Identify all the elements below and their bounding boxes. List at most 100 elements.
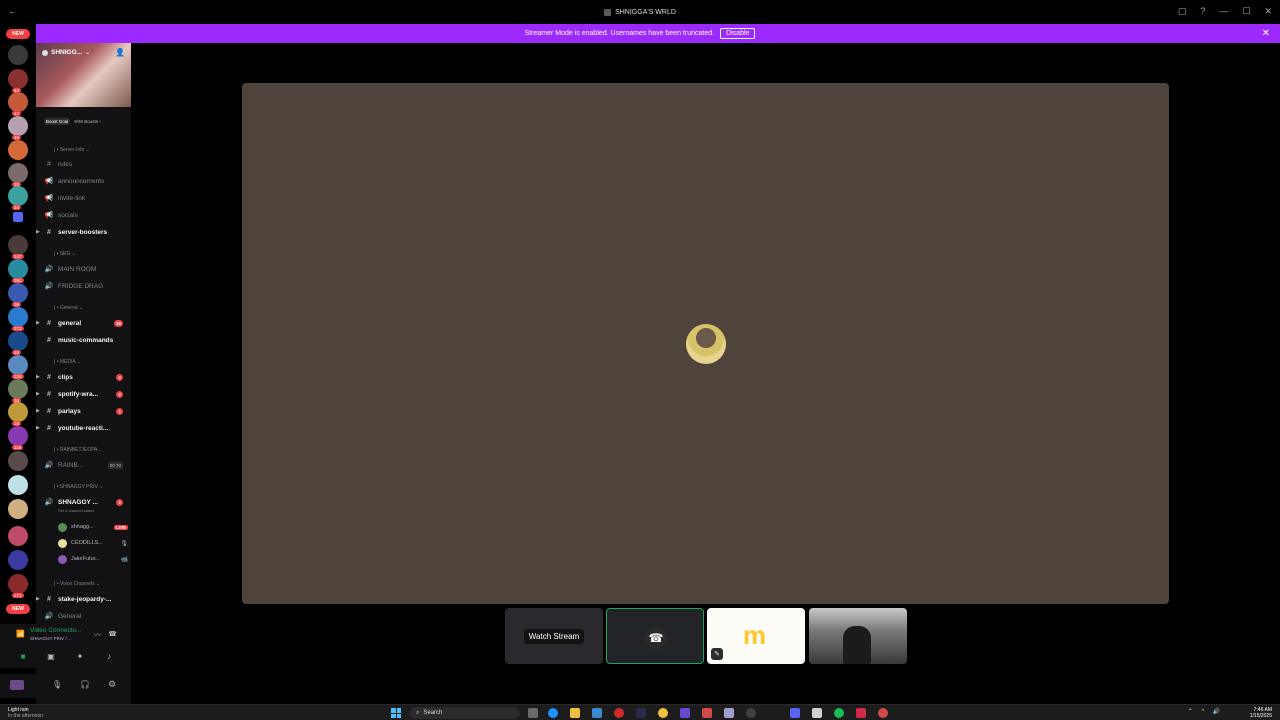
channel-main-room[interactable]: 🔊 MAIN ROOM [36, 262, 131, 276]
opera-icon[interactable] [614, 708, 624, 718]
spotify-icon[interactable] [834, 708, 844, 718]
server-icon[interactable] [8, 451, 28, 471]
channel-server-boosters[interactable]: ▶ # server-boosters [36, 225, 131, 239]
channel-stake-jeopardy[interactable]: ▶ # stake-jeopardy-... [36, 592, 131, 606]
wifi-icon[interactable]: ◔ [1201, 708, 1205, 715]
voice-channel-name[interactable]: SHNAGGY PRIV / ... [30, 636, 72, 641]
taskbar-app-icon[interactable] [746, 708, 756, 718]
file-explorer-icon[interactable] [570, 708, 580, 718]
taskbar-search[interactable]: ⌕ Search [410, 707, 520, 719]
voice-user[interactable]: shnagg... LIVE [58, 520, 128, 534]
channel-invite-link[interactable]: 📢 invite-link [36, 191, 131, 205]
server-icon[interactable]: 273 [8, 307, 28, 331]
taskbar-app-icon[interactable] [724, 708, 734, 718]
category-media[interactable]: | • MEDIA ⌄ [54, 359, 81, 365]
channel-fridge-drag[interactable]: 🔊 FRIDGE DRAG [36, 279, 131, 293]
channel-music-commands[interactable]: # music-commands [36, 333, 131, 347]
avatar[interactable] [10, 680, 24, 690]
channel-status-hint[interactable]: Set a channel status [58, 508, 94, 513]
channel-rules[interactable]: # rules [36, 157, 131, 171]
server-icon[interactable] [8, 45, 28, 65]
camera-icon[interactable]: ■ [18, 652, 28, 662]
server-icon[interactable]: 116 [8, 426, 28, 450]
server-icon[interactable]: 20 [8, 163, 28, 187]
server-icon[interactable]: 391 [8, 259, 28, 283]
taskbar-app-icon[interactable] [878, 708, 888, 718]
channel-socials[interactable]: 📢 socials [36, 208, 131, 222]
category-seg[interactable]: | • SEG ⌄ [54, 251, 76, 257]
server-icon[interactable]: 36 [8, 283, 28, 307]
help-icon[interactable]: ? [1200, 6, 1205, 17]
category-rainbet[interactable]: | • RAINBETJEOPA... [54, 447, 102, 453]
signal-icon[interactable]: 📶 [16, 630, 25, 638]
server-icon[interactable]: 34 [8, 186, 28, 210]
category-server-info[interactable]: | • Server Info ⌄ [54, 147, 90, 153]
taskbar-app-icon[interactable] [528, 708, 538, 718]
channel-youtube[interactable]: ▶ # youtube-reacti... [36, 421, 131, 435]
stream-tile[interactable]: Watch Stream [505, 608, 603, 664]
voice-user[interactable]: JakeFutur... 📹 [58, 552, 128, 566]
server-icon[interactable] [8, 140, 28, 160]
channel-spotify[interactable]: ▶ # spotify-wra... 2 [36, 387, 131, 401]
server-icon[interactable] [8, 475, 28, 495]
server-icon[interactable]: 147 [8, 235, 28, 259]
taskbar-app-icon[interactable] [636, 708, 646, 718]
edge-icon[interactable] [548, 708, 558, 718]
channel-general-voice[interactable]: 🔊 General [36, 609, 131, 623]
channel-announcements[interactable]: 📢 announcements [36, 174, 131, 188]
server-icon[interactable]: 62 [8, 69, 28, 93]
server-icon[interactable]: 46 [8, 331, 28, 355]
noise-suppression-icon[interactable]: 〰 [94, 630, 101, 640]
category-voice-channels[interactable]: | • Voice Channels ⌄ [54, 581, 100, 587]
channel-shnaggy-voice[interactable]: 🔊 SHNAGGY ... 1 [36, 495, 131, 509]
chrome-icon[interactable] [658, 708, 668, 718]
volume-icon[interactable]: 🔊 [1213, 708, 1220, 715]
channel-rainb[interactable]: 🔊 RAINB... 00 70 [36, 458, 131, 472]
server-icon[interactable] [8, 550, 28, 570]
channel-general[interactable]: ▶ # general 39 [36, 316, 131, 330]
server-icon[interactable]: 16 [8, 402, 28, 426]
screen-share-icon[interactable]: ▣ [46, 652, 56, 662]
folder-icon[interactable] [13, 212, 23, 222]
watch-stream-button[interactable]: Watch Stream [523, 628, 585, 644]
user-avatar-large[interactable] [686, 324, 726, 364]
activities-icon[interactable]: ✦ [75, 652, 85, 662]
headphones-icon[interactable]: 🎧 [80, 680, 90, 689]
disconnect-icon[interactable]: ☎ [108, 630, 117, 638]
taskbar-app-icon[interactable] [592, 708, 602, 718]
taskbar-app-icon[interactable] [680, 708, 690, 718]
channel-clips[interactable]: ▶ # clips 2 [36, 370, 131, 384]
minimize-button[interactable]: — [1219, 6, 1228, 17]
soundboard-icon[interactable]: ♪ [104, 652, 114, 662]
taskbar-app-icon[interactable] [812, 708, 822, 718]
back-arrow-icon[interactable]: ← [8, 6, 17, 16]
settings-gear-icon[interactable]: ⚙ [108, 679, 116, 690]
category-general[interactable]: | • General ⌄ [54, 305, 83, 311]
server-icon[interactable]: 226 [8, 355, 28, 379]
taskbar-clock[interactable]: 7:46 AM 1/15/2025 [1250, 707, 1272, 719]
new-badge[interactable]: NEW [6, 29, 30, 39]
participant-tile[interactable]: ☎ [606, 608, 704, 664]
voice-status[interactable]: Video Connecte... [30, 627, 82, 634]
server-icon[interactable]: 16 [8, 379, 28, 403]
start-button[interactable] [391, 708, 401, 718]
server-icon[interactable]: 16 [8, 116, 28, 140]
participant-tile[interactable]: m ✎ [707, 608, 805, 664]
maximize-button[interactable]: ☐ [1242, 6, 1250, 17]
voice-user[interactable]: CEODILLS... 🎙 [58, 536, 128, 550]
discord-icon[interactable] [790, 708, 800, 718]
server-icon[interactable]: 271 [8, 574, 28, 598]
server-icon[interactable] [8, 526, 28, 546]
taskbar-app-icon[interactable] [856, 708, 866, 718]
channel-parlays[interactable]: ▶ # parlays 1 [36, 404, 131, 418]
close-icon[interactable]: ✕ [1262, 28, 1270, 39]
category-priv[interactable]: | • SHNAGGY PRIV ⌄ [54, 484, 103, 490]
inbox-icon[interactable]: ▢ [1178, 6, 1187, 17]
server-icon[interactable] [8, 499, 28, 519]
close-window-button[interactable]: ✕ [1264, 6, 1272, 17]
taskbar-app-icon[interactable] [702, 708, 712, 718]
microphone-icon[interactable]: 🎙 [52, 680, 62, 689]
disable-button[interactable]: Disable [720, 28, 756, 39]
server-icon[interactable]: 47 [8, 92, 28, 116]
participant-video-tile[interactable] [809, 608, 907, 664]
